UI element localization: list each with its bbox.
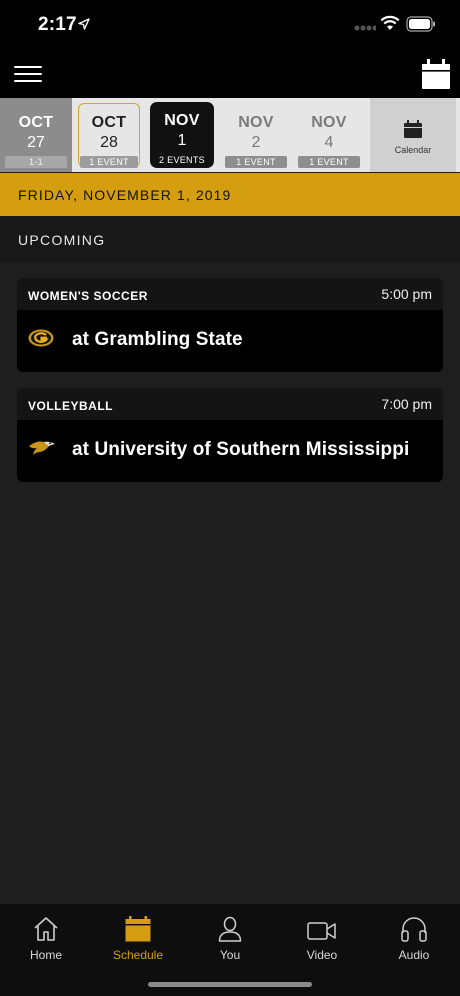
event-sport: VOLLEYBALL [28, 399, 113, 413]
calendar-button[interactable]: Calendar [370, 98, 456, 172]
date-month: OCT [18, 114, 54, 131]
date-badge: 2 EVENTS [151, 154, 213, 166]
grambling-g-logo-icon [28, 329, 54, 347]
status-time: 2:17 [38, 14, 77, 35]
person-icon [218, 916, 242, 942]
event-card-body: at University of Southern Mississippi [17, 420, 443, 482]
event-card[interactable]: WOMEN'S SOCCER 5:00 pm at Grambling Stat… [17, 278, 443, 372]
event-card-header: VOLLEYBALL 7:00 pm [17, 388, 443, 420]
battery-icon [406, 16, 435, 32]
date-cell-nov-2[interactable]: NOV 2 1 EVENT [224, 98, 288, 172]
home-icon [34, 917, 58, 941]
home-indicator[interactable] [148, 982, 312, 987]
tab-you[interactable]: You [195, 912, 265, 962]
date-month: NOV [311, 114, 347, 131]
calendar-icon [125, 916, 151, 942]
video-camera-icon [307, 922, 336, 940]
date-cell-nov-4[interactable]: NOV 4 1 EVENT [297, 98, 361, 172]
date-month: NOV [238, 114, 274, 131]
upcoming-section: UPCOMING [0, 216, 460, 262]
tab-label: Video [306, 948, 338, 962]
headphones-icon [401, 917, 427, 942]
date-cell-oct-27[interactable]: OCT 27 1-1 [0, 98, 72, 172]
tab-video[interactable]: Video [287, 912, 357, 962]
date-day: 28 [100, 134, 118, 151]
selected-date-text: FRIDAY, NOVEMBER 1, 2019 [18, 187, 232, 203]
event-opponent: at University of Southern Mississippi [72, 439, 410, 460]
event-time: 5:00 pm [381, 286, 432, 302]
event-time: 7:00 pm [381, 396, 432, 412]
wifi-icon [380, 15, 400, 30]
date-month: OCT [91, 114, 127, 131]
event-card-body: at Grambling State [17, 310, 443, 372]
status-bar: 2:17 [0, 0, 460, 50]
date-strip: OCT 27 1-1 OCT 28 1 EVENT NOV 1 2 EVENTS… [0, 98, 460, 172]
tab-schedule[interactable]: Schedule [103, 912, 173, 962]
date-day: 27 [27, 134, 45, 151]
date-day: 2 [251, 134, 261, 151]
event-opponent: at Grambling State [72, 329, 243, 350]
golden-eagle-logo-icon [29, 441, 55, 455]
tab-home[interactable]: Home [11, 912, 81, 962]
date-badge: 1 EVENT [225, 156, 287, 168]
date-badge: 1-1 [5, 156, 67, 168]
tab-label: You [219, 948, 241, 962]
date-month: NOV [164, 112, 200, 129]
event-card[interactable]: VOLLEYBALL 7:00 pm at University of Sout… [17, 388, 443, 482]
calendar-label: Calendar [394, 145, 432, 155]
section-label: UPCOMING [18, 232, 106, 248]
tab-label: Home [29, 948, 62, 962]
date-cell-nov-1[interactable]: NOV 1 2 EVENTS [150, 102, 214, 168]
tab-label: Schedule [112, 948, 164, 962]
hamburger-menu-icon[interactable] [14, 66, 42, 84]
tab-label: Audio [398, 948, 430, 962]
calendar-icon [404, 120, 422, 138]
cellular-signal-icon [354, 25, 376, 31]
date-day: 4 [324, 134, 334, 151]
date-badge: 1 EVENT [80, 156, 138, 168]
date-cell-oct-28[interactable]: OCT 28 1 EVENT [78, 103, 140, 168]
top-nav [0, 50, 460, 98]
date-day: 1 [177, 132, 187, 149]
calendar-icon[interactable] [422, 59, 450, 89]
location-arrow-icon [78, 18, 90, 30]
tab-audio[interactable]: Audio [379, 912, 449, 962]
event-sport: WOMEN'S SOCCER [28, 289, 148, 303]
date-badge: 1 EVENT [298, 156, 360, 168]
event-card-header: WOMEN'S SOCCER 5:00 pm [17, 278, 443, 310]
selected-date-header: FRIDAY, NOVEMBER 1, 2019 [0, 173, 460, 216]
